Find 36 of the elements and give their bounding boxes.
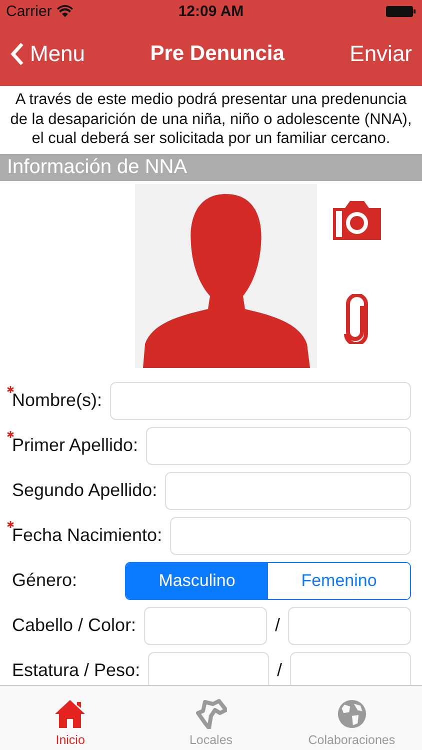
field-label: Estatura / Peso: xyxy=(12,660,140,681)
field-label: Cabello / Color: xyxy=(12,615,136,636)
wifi-icon xyxy=(56,5,73,17)
chevron-left-icon xyxy=(10,42,24,66)
tab-item[interactable]: Colaboraciones xyxy=(281,686,422,750)
text-field[interactable] xyxy=(146,426,411,464)
text-field[interactable] xyxy=(148,652,270,685)
field-label: Nombre(s): xyxy=(12,390,102,411)
screen-title: Pre Denuncia xyxy=(150,42,284,66)
globe-icon xyxy=(336,699,368,729)
text-field[interactable] xyxy=(110,382,411,420)
text-field[interactable] xyxy=(290,652,411,685)
field-label: Género: xyxy=(12,570,78,591)
avatar-placeholder-icon xyxy=(135,184,317,368)
tab-item[interactable]: Locales xyxy=(140,686,282,750)
text-field[interactable] xyxy=(144,606,268,644)
text-field[interactable] xyxy=(165,472,411,510)
carrier-name: Carrier xyxy=(6,2,52,20)
segmented-control[interactable]: Masculino Femenino xyxy=(125,562,411,600)
field-label: Fecha Nacimiento: xyxy=(12,525,162,546)
battery-icon xyxy=(386,6,416,16)
map-outline-icon xyxy=(194,699,227,729)
home-icon xyxy=(54,699,86,729)
status-time: 12:09 AM xyxy=(178,2,244,20)
intro-text: A través de este medio podrá presentar una predenuncia de la desaparición de una niña, niño o adolescente (NNA), el cual deberá ser solicitada por un familiar cercano. xyxy=(9,90,413,148)
back-button[interactable]: Menu xyxy=(10,41,86,67)
segment-option[interactable]: Masculino xyxy=(126,562,268,598)
tab-item[interactable]: Inicio xyxy=(0,686,141,750)
field-label: Primer Apellido: xyxy=(12,435,138,456)
field-label: Segundo Apellido: xyxy=(12,480,158,501)
section-title: Información de NNA xyxy=(7,156,188,178)
send-button[interactable]: Enviar xyxy=(350,41,412,67)
text-field[interactable] xyxy=(170,516,411,554)
text-field[interactable] xyxy=(288,606,412,644)
separator-text: / xyxy=(275,615,280,636)
separator-text: / xyxy=(277,660,282,681)
